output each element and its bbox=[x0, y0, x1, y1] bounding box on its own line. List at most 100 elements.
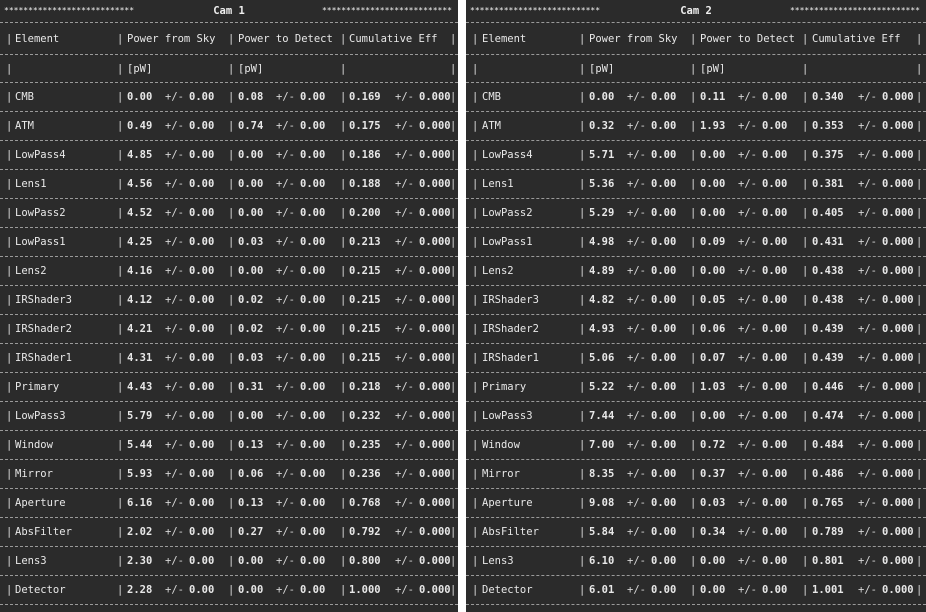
unit-label: [pW] bbox=[589, 63, 615, 75]
column-separator: | bbox=[340, 555, 347, 567]
power-from-sky-value: 4.89 bbox=[589, 265, 615, 277]
column-separator: | bbox=[472, 410, 479, 422]
column-separator: | bbox=[802, 33, 809, 45]
uncertainty-value: 0.00 bbox=[762, 178, 788, 190]
plus-minus-sign: +/- bbox=[165, 265, 184, 277]
uncertainty-value: 0.000 bbox=[882, 584, 914, 596]
uncertainty-value: 0.000 bbox=[419, 236, 451, 248]
uncertainty-value: 0.00 bbox=[651, 91, 677, 103]
plus-minus-sign: +/- bbox=[738, 555, 757, 567]
power-from-sky-value: 4.56 bbox=[127, 178, 153, 190]
uncertainty-value: 0.00 bbox=[651, 439, 677, 451]
cumulative-eff-value: 0.438 bbox=[812, 294, 844, 306]
table-row: | | | | | IRShader1 5.06 +/- 0.00 0.07 +/- 0.00 0.43… bbox=[466, 344, 926, 373]
cumulative-eff-value: 0.801 bbox=[812, 555, 844, 567]
uncertainty-value: 0.000 bbox=[419, 381, 451, 393]
uncertainty-value: 0.00 bbox=[189, 236, 215, 248]
uncertainty-value: 0.00 bbox=[300, 323, 326, 335]
column-header: Cumulative Eff bbox=[349, 33, 438, 45]
power-from-sky-value: 6.01 bbox=[589, 584, 615, 596]
cam2-table-panel: *************************** Cam 2 ********… bbox=[466, 0, 926, 612]
uncertainty-value: 0.00 bbox=[651, 410, 677, 422]
power-from-sky-value: 2.30 bbox=[127, 555, 153, 567]
column-separator: | bbox=[6, 178, 13, 190]
column-separator: | bbox=[802, 410, 809, 422]
cumulative-eff-value: 0.375 bbox=[812, 149, 844, 161]
column-separator: | bbox=[6, 120, 13, 132]
uncertainty-value: 0.00 bbox=[189, 265, 215, 277]
column-separator: | bbox=[472, 468, 479, 480]
uncertainty-value: 0.000 bbox=[882, 207, 914, 219]
plus-minus-sign: +/- bbox=[738, 120, 757, 132]
power-from-sky-value: 4.31 bbox=[127, 352, 153, 364]
column-separator: | bbox=[802, 265, 809, 277]
table-row: | | | | | LowPass2 5.29 +/- 0.00 0.00 +/- 0.00 0.405… bbox=[466, 199, 926, 228]
cumulative-eff-value: 1.000 bbox=[349, 584, 381, 596]
cumulative-eff-value: 0.232 bbox=[349, 410, 381, 422]
column-separator: | bbox=[579, 149, 586, 161]
column-separator: | bbox=[228, 265, 235, 277]
cumulative-eff-value: 0.175 bbox=[349, 120, 381, 132]
plus-minus-sign: +/- bbox=[627, 149, 646, 161]
element-name: Primary bbox=[15, 381, 60, 393]
uncertainty-value: 0.00 bbox=[651, 120, 677, 132]
plus-minus-sign: +/- bbox=[395, 265, 414, 277]
element-name: Window bbox=[482, 439, 520, 451]
column-separator: | bbox=[579, 352, 586, 364]
power-from-sky-value: 7.44 bbox=[589, 410, 615, 422]
column-separator: | bbox=[802, 149, 809, 161]
column-separator: | bbox=[472, 381, 479, 393]
plus-minus-sign: +/- bbox=[627, 265, 646, 277]
power-from-sky-value: 5.36 bbox=[589, 178, 615, 190]
uncertainty-value: 0.000 bbox=[419, 352, 451, 364]
plus-minus-sign: +/- bbox=[858, 265, 877, 277]
column-separator: | bbox=[228, 149, 235, 161]
uncertainty-value: 0.00 bbox=[762, 555, 788, 567]
plus-minus-sign: +/- bbox=[858, 497, 877, 509]
column-separator: | bbox=[579, 468, 586, 480]
plus-minus-sign: +/- bbox=[627, 555, 646, 567]
column-separator: | bbox=[340, 236, 347, 248]
table-row: | | | | | LowPass1 4.98 +/- 0.00 0.09 +/- 0.00 0.431… bbox=[466, 228, 926, 257]
column-separator: | bbox=[450, 352, 457, 364]
column-separator: | bbox=[450, 381, 457, 393]
column-separator: | bbox=[117, 236, 124, 248]
uncertainty-value: 0.00 bbox=[300, 265, 326, 277]
power-to-detect-value: 0.00 bbox=[238, 207, 264, 219]
plus-minus-sign: +/- bbox=[276, 323, 295, 335]
uncertainty-value: 0.00 bbox=[300, 410, 326, 422]
table-row: | | | | | IRShader1 4.31 +/- 0.00 0.03 +/- 0.00 0.21… bbox=[0, 344, 458, 373]
cumulative-eff-value: 0.800 bbox=[349, 555, 381, 567]
column-separator: | bbox=[450, 91, 457, 103]
uncertainty-value: 0.00 bbox=[189, 352, 215, 364]
uncertainty-value: 0.00 bbox=[189, 381, 215, 393]
cumulative-eff-value: 0.215 bbox=[349, 352, 381, 364]
column-separator: | bbox=[690, 149, 697, 161]
plus-minus-sign: +/- bbox=[858, 149, 877, 161]
column-separator: | bbox=[450, 120, 457, 132]
power-from-sky-value: 5.44 bbox=[127, 439, 153, 451]
element-name: IRShader3 bbox=[482, 294, 539, 306]
column-separator: | bbox=[472, 63, 479, 75]
plus-minus-sign: +/- bbox=[276, 584, 295, 596]
column-separator: | bbox=[340, 149, 347, 161]
power-from-sky-value: 8.35 bbox=[589, 468, 615, 480]
power-to-detect-value: 0.37 bbox=[700, 468, 726, 480]
column-header: Power to Detect bbox=[700, 33, 795, 45]
column-separator: | bbox=[802, 468, 809, 480]
uncertainty-value: 0.00 bbox=[300, 352, 326, 364]
plus-minus-sign: +/- bbox=[627, 120, 646, 132]
column-separator: | bbox=[579, 497, 586, 509]
power-from-sky-value: 4.25 bbox=[127, 236, 153, 248]
plus-minus-sign: +/- bbox=[276, 265, 295, 277]
column-separator: | bbox=[6, 555, 13, 567]
column-separator: | bbox=[117, 468, 124, 480]
column-separator: | bbox=[802, 294, 809, 306]
cumulative-eff-value: 0.186 bbox=[349, 149, 381, 161]
column-separator: | bbox=[117, 497, 124, 509]
cumulative-eff-value: 0.169 bbox=[349, 91, 381, 103]
element-name: LowPass1 bbox=[15, 236, 66, 248]
column-separator: | bbox=[117, 91, 124, 103]
title-stars-right: *************************** bbox=[321, 6, 452, 15]
plus-minus-sign: +/- bbox=[738, 381, 757, 393]
